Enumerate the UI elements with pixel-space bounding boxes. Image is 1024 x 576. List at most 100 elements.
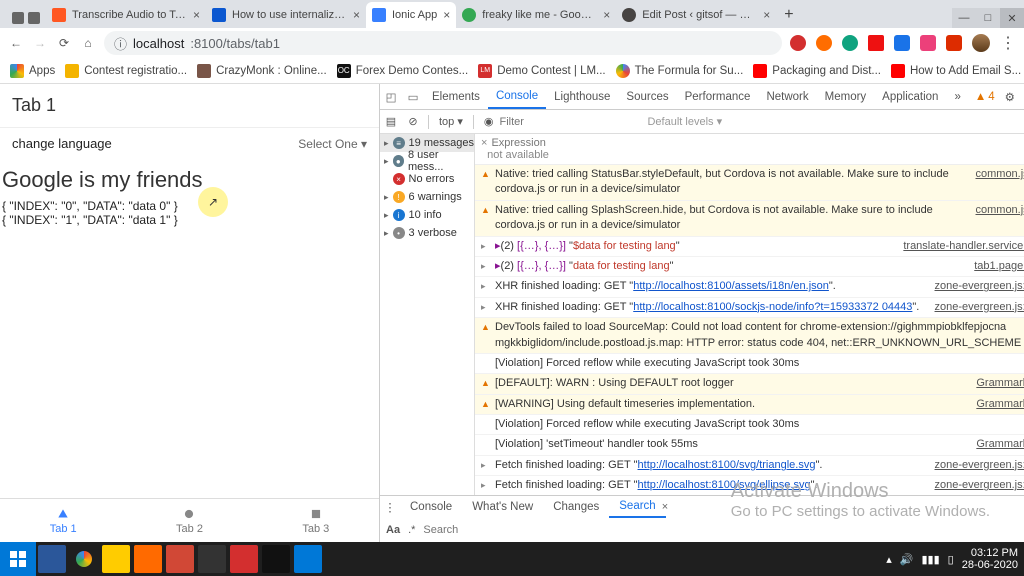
extension-icon[interactable]	[894, 35, 910, 51]
profile-avatar[interactable]	[972, 34, 990, 52]
drawer-tab-changes[interactable]: Changes	[543, 496, 609, 518]
bookmark-item[interactable]: The Formula for Su...	[616, 64, 744, 78]
panel-more[interactable]: »	[946, 84, 968, 109]
network-icon[interactable]: ▮▮▮	[921, 553, 939, 566]
clock[interactable]: 03:12 PM28-06-2020	[962, 547, 1018, 571]
sidebar-toggle-icon[interactable]: ▤	[380, 115, 402, 128]
clear-console-icon[interactable]: ⊘	[402, 115, 424, 128]
taskbar-icon[interactable]	[134, 545, 162, 573]
log-entry[interactable]: ▸(2) [{…}, {…}] "data for testing lang"t…	[475, 257, 1024, 277]
filter-input[interactable]	[499, 116, 641, 128]
browser-tab[interactable]: Edit Post ‹ gitsof — WordPre×	[616, 2, 776, 28]
inspect-icon[interactable]: ◰	[380, 90, 402, 104]
log-entry[interactable]: DevTools failed to load SourceMap: Could…	[475, 318, 1024, 354]
forward-button[interactable]: →	[32, 35, 48, 51]
new-tab-button[interactable]: +	[776, 6, 801, 28]
live-expression-row[interactable]: ×Expression not available	[475, 134, 1024, 165]
close-window-button[interactable]: ✕	[1000, 8, 1024, 28]
menu-icon[interactable]: ⋮	[1000, 33, 1016, 53]
bookmark-item[interactable]: CrazyMonk : Online...	[197, 64, 327, 78]
match-case-icon[interactable]: Aa	[386, 524, 400, 536]
home-button[interactable]: ⌂	[80, 35, 96, 51]
log-entry[interactable]: [WARNING] Using default timeseries imple…	[475, 395, 1024, 415]
panel-sources[interactable]: Sources	[618, 84, 676, 109]
warnings-badge[interactable]: ▲4	[969, 91, 1001, 103]
close-icon[interactable]: ×	[353, 8, 360, 22]
bookmark-apps[interactable]: Apps	[10, 64, 55, 78]
language-select[interactable]: Select One ▾	[298, 137, 367, 151]
tab-button-2[interactable]: Tab 2	[126, 499, 252, 542]
log-entry[interactable]: XHR finished loading: GET "http://localh…	[475, 298, 1024, 318]
drawer-tab-console[interactable]: Console	[400, 496, 462, 518]
close-icon[interactable]: ×	[193, 8, 200, 22]
taskbar-icon[interactable]	[38, 545, 66, 573]
log-entry[interactable]: [DEFAULT]: WARN : Using DEFAULT root log…	[475, 374, 1024, 394]
drawer-search-input[interactable]	[423, 524, 623, 536]
live-expression-icon[interactable]: ◉	[478, 115, 500, 128]
panel-application[interactable]: Application	[874, 84, 946, 109]
browser-tab[interactable]: How to use internalization in×	[206, 2, 366, 28]
remove-expression-icon[interactable]: ×	[481, 137, 487, 149]
log-entry[interactable]: Fetch finished loading: GET "http://loca…	[475, 456, 1024, 476]
device-toggle-icon[interactable]: ▭	[402, 90, 424, 104]
taskbar-icon[interactable]	[70, 545, 98, 573]
extension-icon[interactable]	[790, 35, 806, 51]
browser-tab[interactable]: freaky like me - Google Sear×	[456, 2, 616, 28]
filter-user[interactable]: ▸●8 user mess...	[380, 152, 474, 170]
action-center-icon[interactable]: ▯	[948, 553, 954, 566]
panel-memory[interactable]: Memory	[817, 84, 875, 109]
language-row[interactable]: change language Select One ▾	[0, 128, 379, 159]
browser-tab[interactable]: Transcribe Audio to Text | Tr×	[46, 2, 206, 28]
panel-network[interactable]: Network	[758, 84, 816, 109]
drawer-tab-whatsnew[interactable]: What's New	[462, 496, 543, 518]
regex-icon[interactable]: .*	[408, 524, 415, 536]
taskbar-icon[interactable]	[230, 545, 258, 573]
taskbar-icon[interactable]	[166, 545, 194, 573]
tab-button-1[interactable]: Tab 1	[0, 499, 126, 542]
extension-icon[interactable]	[816, 35, 832, 51]
extension-icon[interactable]	[842, 35, 858, 51]
browser-tab-active[interactable]: Ionic App×	[366, 2, 456, 28]
address-bar[interactable]: ⓘ localhost:8100/tabs/tab1	[104, 31, 782, 55]
filter-warnings[interactable]: ▸!6 warnings	[380, 188, 474, 206]
taskbar-icon[interactable]	[294, 545, 322, 573]
close-icon[interactable]: ×	[603, 8, 610, 22]
site-info-icon[interactable]: ⓘ	[114, 34, 127, 53]
tray-chevron-icon[interactable]: ▴	[886, 553, 892, 566]
panel-performance[interactable]: Performance	[677, 84, 759, 109]
taskbar-icon[interactable]	[262, 545, 290, 573]
log-entry[interactable]: [Violation] Forced reflow while executin…	[475, 354, 1024, 374]
reload-button[interactable]: ⟳	[56, 35, 72, 51]
bookmark-item[interactable]: Contest registratio...	[65, 64, 187, 78]
bookmark-item[interactable]: How to Add Email S...	[891, 64, 1021, 78]
log-levels[interactable]: Default levels ▾	[647, 115, 722, 128]
console-log[interactable]: ×Expression not available Native: tried …	[475, 134, 1024, 495]
drawer-menu-icon[interactable]: ⋮	[380, 500, 400, 514]
tab-button-3[interactable]: Tab 3	[253, 499, 379, 542]
log-entry[interactable]: Native: tried calling SplashScreen.hide,…	[475, 201, 1024, 237]
kebab-icon[interactable]: ⋮	[1019, 90, 1024, 104]
taskbar-icon[interactable]	[102, 545, 130, 573]
bookmark-item[interactable]: OCForex Demo Contes...	[337, 64, 468, 78]
log-entry[interactable]: Native: tried calling StatusBar.styleDef…	[475, 165, 1024, 201]
log-entry[interactable]: XHR finished loading: GET "http://localh…	[475, 277, 1024, 297]
log-entry[interactable]: [Violation] Forced reflow while executin…	[475, 415, 1024, 435]
filter-info[interactable]: ▸i10 info	[380, 206, 474, 224]
caption-button[interactable]	[12, 12, 24, 24]
close-icon[interactable]: ×	[443, 8, 450, 22]
close-tab-icon[interactable]: ×	[662, 501, 668, 513]
taskbar-icon[interactable]	[198, 545, 226, 573]
panel-lighthouse[interactable]: Lighthouse	[546, 84, 618, 109]
log-entry[interactable]: [Violation] 'setTimeout' handler took 55…	[475, 435, 1024, 455]
caption-button[interactable]	[28, 12, 40, 24]
panel-console[interactable]: Console	[488, 84, 546, 109]
start-button[interactable]	[0, 542, 36, 576]
log-entry[interactable]: Fetch finished loading: GET "http://loca…	[475, 476, 1024, 495]
close-icon[interactable]: ×	[763, 8, 770, 22]
panel-elements[interactable]: Elements	[424, 84, 488, 109]
log-entry[interactable]: ▸(2) [{…}, {…}] "$data for testing lang"…	[475, 237, 1024, 257]
drawer-tab-search[interactable]: Search	[609, 496, 665, 518]
context-selector[interactable]: top ▾	[433, 115, 469, 128]
extension-icon[interactable]	[868, 35, 884, 51]
filter-verbose[interactable]: ▸•3 verbose	[380, 224, 474, 242]
